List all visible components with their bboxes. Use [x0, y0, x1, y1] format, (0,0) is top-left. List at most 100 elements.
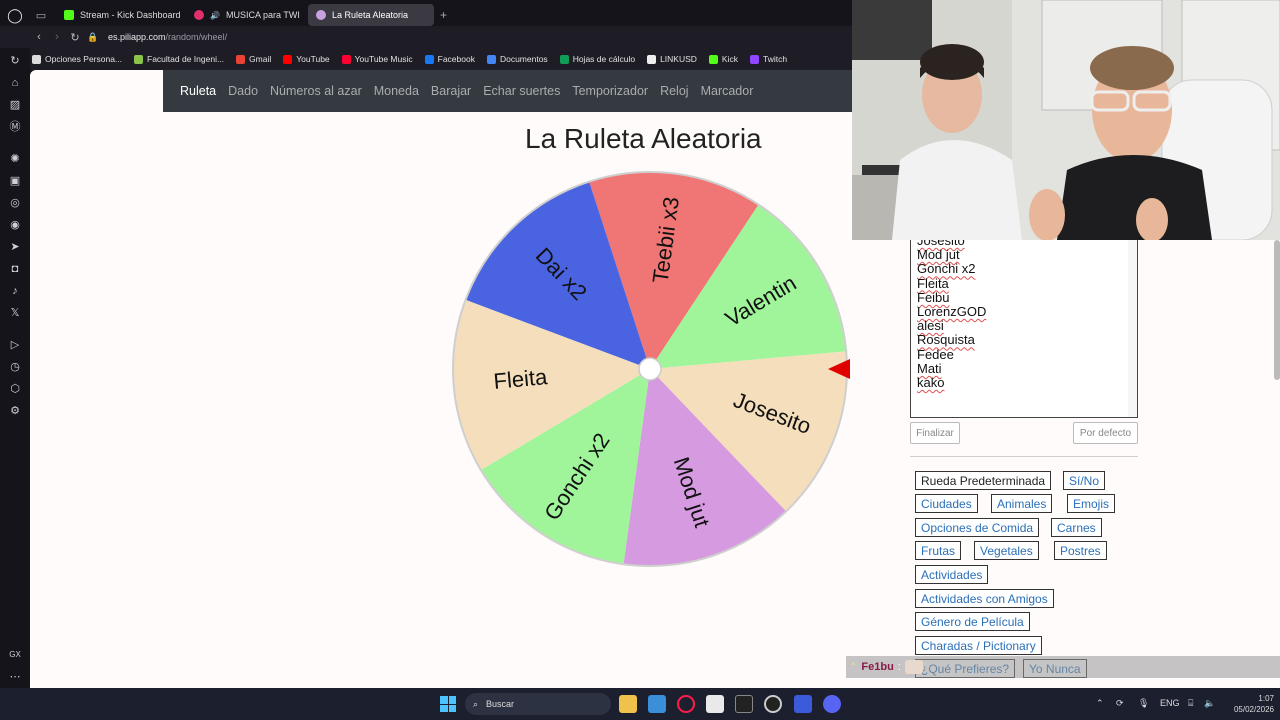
preset-button[interactable]: Género de Película — [915, 612, 1030, 631]
tray-sync-icon[interactable]: ⟳ — [1116, 698, 1124, 709]
gx-icon[interactable]: GX — [8, 648, 22, 662]
shopping-icon[interactable]: ⌂ — [8, 76, 22, 90]
discord-icon[interactable] — [823, 695, 841, 713]
nav-link[interactable]: Números al azar — [270, 84, 362, 98]
preset-button[interactable]: Emojis — [1067, 494, 1116, 513]
speaker-icon[interactable]: 🔊 — [210, 11, 220, 20]
file-explorer-icon[interactable] — [619, 695, 637, 713]
reload-icon[interactable]: ↻ — [66, 31, 84, 44]
tiktok-icon[interactable]: ♪ — [8, 284, 22, 298]
bookmark-label: LINKUSD — [660, 54, 697, 64]
new-tab-icon[interactable]: + — [440, 8, 447, 22]
whatsapp-icon[interactable]: ◉ — [8, 218, 22, 232]
preset-button[interactable]: Rueda Predeterminada — [915, 471, 1052, 490]
page-scrollbar[interactable] — [1274, 240, 1280, 380]
bookmark-favicon-icon — [283, 54, 293, 64]
more-icon[interactable]: ⋯ — [8, 670, 22, 684]
obs-icon[interactable] — [764, 695, 782, 713]
clock[interactable]: 1:07 05/02/2026 — [1226, 693, 1274, 715]
screen: ◯ ▭ Stream - Kick Dashboard 🔊 MUSICA par… — [0, 0, 1280, 720]
chat-overlay-line: ⌃ Fe1bu : — [846, 656, 1280, 678]
nav-link[interactable]: Ruleta — [180, 84, 216, 98]
bookmark-item[interactable]: Opciones Persona... — [32, 54, 122, 64]
opera-gx-icon[interactable] — [677, 695, 695, 713]
finalize-button[interactable]: Finalizar — [910, 422, 960, 444]
preset-button[interactable]: Sí/No — [1063, 471, 1106, 490]
bookmark-item[interactable]: Gmail — [236, 54, 271, 64]
name-line: Mod jut — [917, 247, 960, 263]
chatgpt-icon[interactable]: ✺ — [8, 152, 22, 166]
names-textarea[interactable]: Josesito Mod jut Gonchi x2 Fleita Feibu Loren… — [910, 238, 1138, 418]
preset-button[interactable]: Animales — [991, 494, 1053, 513]
app-icon[interactable] — [794, 695, 812, 713]
bookmark-favicon-icon — [236, 54, 246, 64]
messenger-icon[interactable]: ◎ — [8, 196, 22, 210]
windows-start-icon[interactable] — [440, 696, 456, 712]
preset-button[interactable]: Ciudades — [915, 494, 978, 513]
tab-ruleta[interactable]: La Ruleta Aleatoria — [308, 4, 434, 26]
g-hub-icon[interactable] — [735, 695, 753, 713]
tab-label: Stream - Kick Dashboard — [80, 10, 181, 20]
m-icon[interactable]: Ⓜ — [8, 120, 22, 134]
bookmark-item[interactable]: Facebook — [424, 54, 475, 64]
nav-link[interactable]: Barajar — [431, 84, 471, 98]
wheel-hub[interactable] — [638, 357, 662, 381]
extensions-icon[interactable]: ⬡ — [8, 382, 22, 396]
chat-badge-icon: ⌃ — [849, 661, 858, 673]
default-button[interactable]: Por defecto — [1073, 422, 1138, 444]
history-icon[interactable]: ◷ — [8, 360, 22, 374]
wheel[interactable]: Teebii x3ValentinJosesitoMod jutGonchi x… — [450, 169, 850, 569]
bookmark-label: YouTube — [296, 54, 330, 64]
wheel-container[interactable]: Teebii x3 Valentin Josesito Mod jut Gonchi x… — [450, 169, 850, 569]
bookmark-item[interactable]: Kick — [708, 54, 738, 64]
nav-link[interactable]: Dado — [228, 84, 258, 98]
tray-chevron-icon[interactable]: ⌃ — [1096, 698, 1104, 709]
bookmark-item[interactable]: Twitch — [749, 54, 787, 64]
taskbar-search[interactable]: ⌕ Buscar — [465, 693, 611, 715]
settings-icon[interactable]: ⚙ — [8, 404, 22, 418]
bookmark-item[interactable]: LINKUSD — [647, 54, 697, 64]
language-indicator[interactable]: ENG — [1160, 698, 1180, 708]
webcam-overlay — [852, 0, 1280, 240]
bookmark-item[interactable]: Documentos — [486, 54, 548, 64]
preset-button[interactable]: Actividades — [915, 565, 989, 584]
url-field[interactable]: es.piliapp.com/random/wheel/ — [108, 32, 227, 42]
volume-icon[interactable]: 🔈 — [1204, 698, 1215, 709]
nav-link[interactable]: Moneda — [374, 84, 419, 98]
bookmark-item[interactable]: Facultad de Ingeni... — [134, 54, 224, 64]
nav-link[interactable]: Marcador — [701, 84, 754, 98]
preset-button[interactable]: Postres — [1054, 541, 1107, 560]
twitch-icon[interactable]: ▣ — [8, 174, 22, 188]
bookmark-label: Hojas de cálculo — [572, 54, 636, 64]
preset-button[interactable]: Carnes — [1051, 518, 1102, 537]
network-icon[interactable]: ⌸ — [1188, 698, 1193, 709]
bookmark-label: YouTube Music — [354, 54, 413, 64]
tab-musica[interactable]: 🔊 MUSICA para TWI — [186, 4, 304, 26]
bookmark-item[interactable]: Hojas de cálculo — [559, 54, 636, 64]
news-icon[interactable]: ▨ — [8, 98, 22, 112]
forward-icon[interactable]: › — [48, 31, 66, 43]
name-line: Mati — [917, 360, 942, 376]
nav-link[interactable]: Temporizador — [572, 84, 648, 98]
instagram-icon[interactable]: ◘ — [8, 262, 22, 276]
nav-link[interactable]: Reloj — [660, 84, 689, 98]
speed-dial-icon[interactable]: ↻ — [8, 54, 22, 68]
textarea-scrollbar[interactable] — [1128, 239, 1137, 417]
notepad-icon[interactable] — [706, 695, 724, 713]
bookmark-item[interactable]: YouTube Music — [341, 54, 413, 64]
back-icon[interactable]: ‹ — [30, 31, 48, 43]
preset-button[interactable]: Actividades con Amigos — [915, 589, 1054, 608]
tab-kick-dashboard[interactable]: Stream - Kick Dashboard — [56, 4, 182, 26]
x-icon[interactable]: 𝕏 — [8, 306, 22, 320]
nav-link[interactable]: Echar suertes — [483, 84, 560, 98]
bookmark-item[interactable]: YouTube — [283, 54, 330, 64]
preset-button[interactable]: Vegetales — [974, 541, 1039, 560]
telegram-icon[interactable]: ➤ — [8, 240, 22, 254]
preset-button[interactable]: Frutas — [915, 541, 962, 560]
microphone-icon[interactable]: 🎙 — [1138, 698, 1149, 709]
player-icon[interactable]: ▷ — [8, 338, 22, 352]
preset-button[interactable]: Opciones de Comida — [915, 518, 1040, 537]
preset-button[interactable]: Charadas / Pictionary — [915, 636, 1042, 655]
clock-time: 1:07 — [1258, 694, 1274, 703]
photos-icon[interactable] — [648, 695, 666, 713]
